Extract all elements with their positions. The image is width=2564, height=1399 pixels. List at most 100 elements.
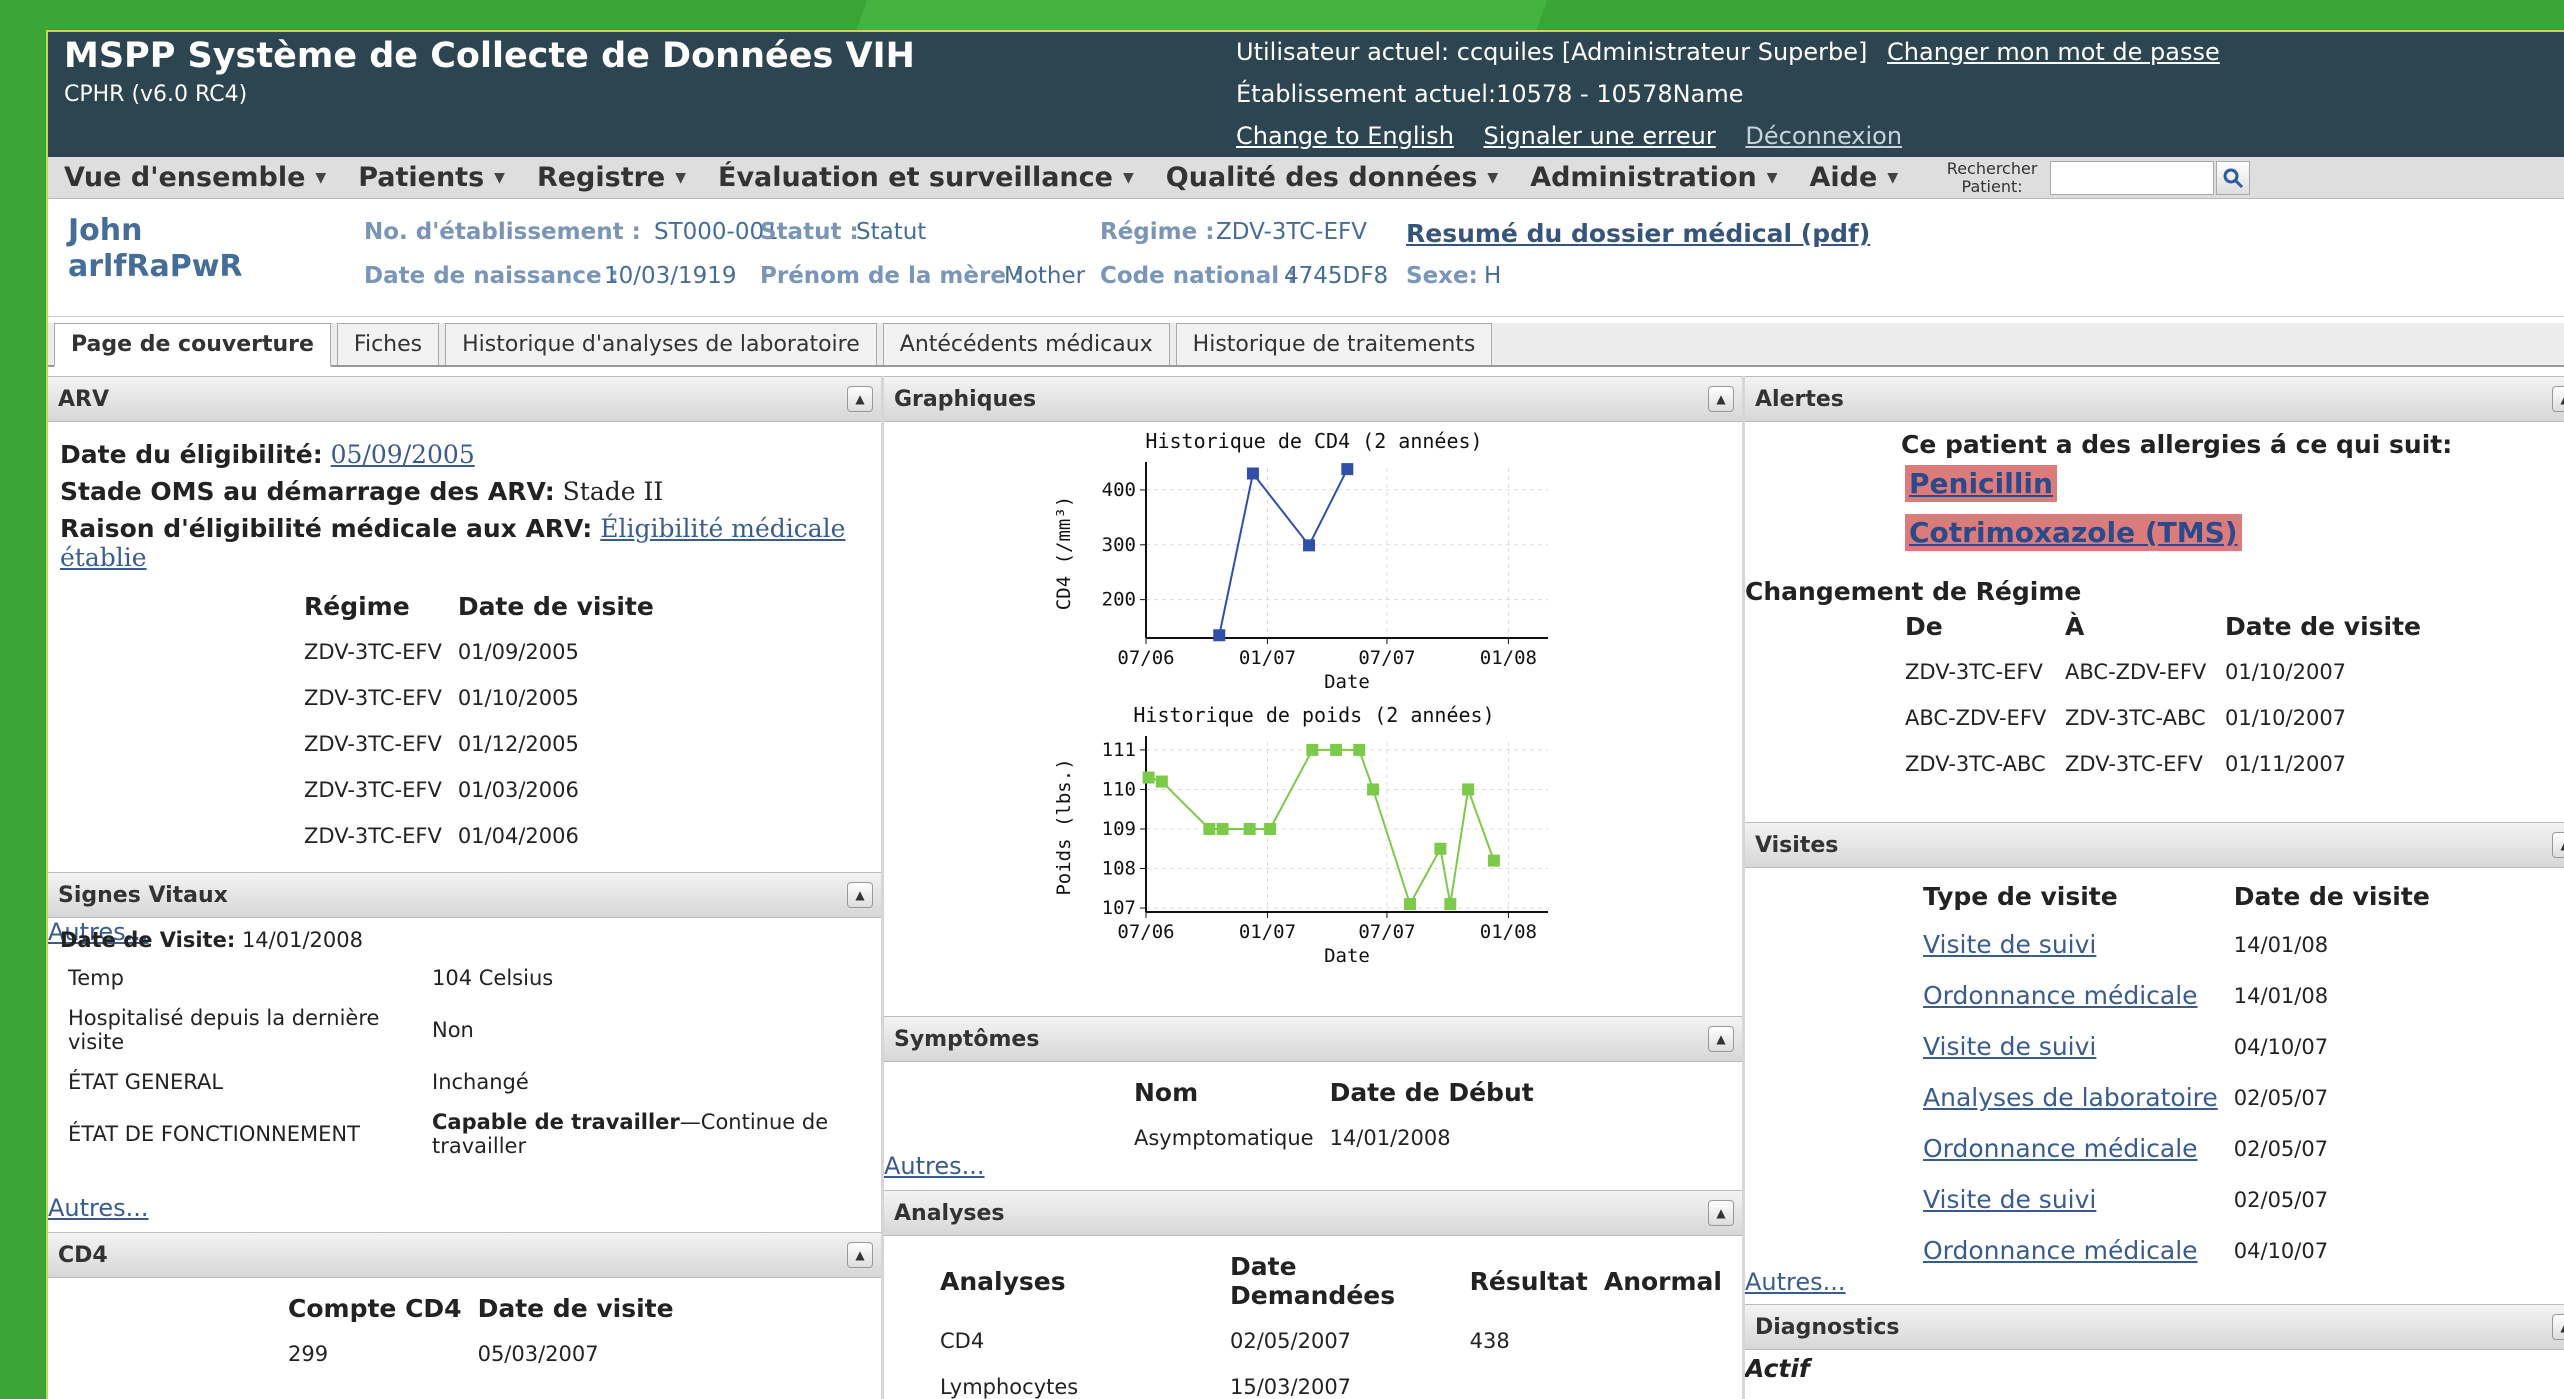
- visit-type-cell: Analyses de laboratoire: [1915, 1072, 2226, 1123]
- x-tick-label: 07/06: [1117, 647, 1174, 669]
- weight-history-chart: Historique de poids (2 années) 07/06 01/07…: [1053, 703, 1548, 967]
- tab-medical-history[interactable]: Antécédents médicaux: [882, 323, 1170, 365]
- change-password-link[interactable]: Changer mon mot de passe: [1887, 38, 2220, 66]
- regime-cell: ZDV-3TC-EFV: [304, 686, 442, 710]
- eligibility-label: Date du éligibilité:: [60, 440, 323, 469]
- x-axis-label: Date: [1324, 671, 1370, 692]
- data-point: [1303, 539, 1316, 552]
- data-point: [1264, 822, 1277, 835]
- col-analyses: Analyses: [940, 1266, 1066, 1296]
- collapse-symptoms-button[interactable]: ▲: [1708, 1026, 1734, 1052]
- arv-eligibility-reason: Raison d'éligibilité médicale aux ARV: É…: [60, 514, 869, 572]
- menu-label: Aide: [1809, 162, 1878, 193]
- diagnostics-panel-body: Actif: [1745, 1350, 2564, 1387]
- regime-value: ZDV-3TC-EFV: [1216, 219, 1367, 245]
- visit-type-link[interactable]: Ordonnance médicale: [1923, 1236, 2198, 1265]
- table-row: ZDV-3TC-EFV 01/03/2006: [296, 767, 662, 813]
- collapse-visits-button[interactable]: ▲: [2552, 832, 2564, 858]
- collapse-graphs-button[interactable]: ▲: [1708, 386, 1734, 412]
- change-language-link[interactable]: Change to English: [1236, 122, 1454, 150]
- visit-type-link[interactable]: Visite de suivi: [1923, 1185, 2096, 1214]
- visit-type-link[interactable]: Visite de suivi: [1923, 1032, 2096, 1061]
- data-point: [1155, 775, 1168, 788]
- visit-date-cell: 02/05/07: [2233, 1187, 2329, 1212]
- search-button[interactable]: [2216, 160, 2251, 195]
- symptom-name: Asymptomatique: [1134, 1126, 1314, 1150]
- collapse-diagnostics-button[interactable]: ▲: [2552, 1314, 2564, 1340]
- caret-down-icon: ▼: [1487, 169, 1499, 186]
- regime-change-table: De À Date de visite ZDV-3TC-EFV ABC-ZDV-E…: [1897, 606, 2429, 787]
- data-point: [1341, 463, 1354, 476]
- date-cell: 01/10/2005: [457, 686, 579, 710]
- analysis-name-cell: CD4: [940, 1329, 985, 1353]
- regime-change-heading: Changement de Régime: [1745, 577, 2082, 606]
- from-cell: ZDV-3TC-ABC: [1905, 752, 2046, 776]
- tab-cover-page[interactable]: Page de couverture: [54, 323, 331, 367]
- table-row: Lymphocytes 15/03/2007: [932, 1364, 1730, 1399]
- medical-summary-pdf-link[interactable]: Resumé du dossier médical (pdf): [1406, 219, 1870, 248]
- regime-cell: ZDV-3TC-EFV: [304, 732, 442, 756]
- menu-label: Vue d'ensemble: [64, 162, 306, 193]
- vitals-visit-date: Date de Visite: 14/01/2008: [60, 928, 869, 952]
- visit-type-link[interactable]: Analyses de laboratoire: [1923, 1083, 2218, 1112]
- analyses-title: Analyses: [894, 1200, 1005, 1226]
- menu-overview[interactable]: Vue d'ensemble ▼: [64, 162, 326, 193]
- search-icon: [2223, 168, 2244, 188]
- date-cell: 01/10/2007: [2225, 706, 2347, 730]
- eligibility-date-link[interactable]: 05/09/2005: [331, 440, 475, 469]
- collapse-arv-button[interactable]: ▲: [847, 386, 873, 412]
- data-point: [1353, 743, 1366, 756]
- tab-forms[interactable]: Fiches: [336, 323, 440, 365]
- collapse-cd4-button[interactable]: ▲: [847, 1242, 873, 1268]
- to-cell: ABC-ZDV-EFV: [2065, 660, 2207, 684]
- data-point: [1203, 822, 1216, 835]
- symptoms-more-link[interactable]: Autres...: [884, 1152, 985, 1180]
- visit-date-label: Date de Visite:: [60, 928, 236, 952]
- tab-lab-history[interactable]: Historique d'analyses de laboratoire: [445, 323, 877, 365]
- collapse-vitals-button[interactable]: ▲: [847, 882, 873, 908]
- visit-date-cell: 04/10/07: [2233, 1034, 2329, 1059]
- visit-date-cell: 04/10/07: [2233, 1238, 2329, 1263]
- menu-evaluation[interactable]: Évaluation et surveillance ▼: [718, 162, 1134, 193]
- app-version: CPHR (v6.0 RC4): [64, 82, 248, 107]
- menu-patients[interactable]: Patients ▼: [358, 162, 505, 193]
- graphs-panel-header: Graphiques ▲: [884, 376, 1742, 422]
- col-abnormal: Anormal: [1603, 1266, 1722, 1296]
- menu-data-quality[interactable]: Qualité des données ▼: [1166, 162, 1498, 193]
- column-left: ARV ▲ Date du éligibilité: 05/09/2005 St…: [48, 376, 884, 1399]
- vital-label: Hospitalisé depuis la dernière visite: [68, 1006, 380, 1054]
- y-tick-label: 108: [1102, 858, 1136, 880]
- report-error-link[interactable]: Signaler une erreur: [1484, 122, 1716, 150]
- x-tick-label: 07/07: [1358, 647, 1415, 669]
- series-line: [1218, 468, 1349, 636]
- menu-registry[interactable]: Registre ▼: [537, 162, 686, 193]
- y-tick-label: 300: [1102, 534, 1136, 556]
- collapse-icon: ▲: [2560, 838, 2564, 852]
- chart-title: Historique de CD4 (2 années): [1145, 429, 1482, 453]
- y-axis-label: Poids (lbs.): [1053, 758, 1075, 895]
- patient-search-input[interactable]: [2050, 160, 2215, 195]
- tab-treatment-history[interactable]: Historique de traitements: [1175, 323, 1493, 365]
- visit-type-link[interactable]: Ordonnance médicale: [1923, 1134, 2198, 1163]
- site-no-label: No. d'établissement :: [364, 219, 641, 245]
- visit-type-link[interactable]: Ordonnance médicale: [1923, 981, 2198, 1010]
- mother-label: Prénom de la mère :: [760, 263, 1024, 289]
- diagnostics-active-label: Actif: [1745, 1354, 1810, 1383]
- arv-panel-header: ARV ▲: [48, 376, 881, 422]
- collapse-analyses-button[interactable]: ▲: [1708, 1200, 1734, 1226]
- vitals-more-link[interactable]: Autres...: [48, 1194, 149, 1222]
- logout-link[interactable]: Déconnexion: [1745, 122, 1902, 150]
- data-point: [1246, 467, 1259, 480]
- collapse-icon: ▲: [1716, 1032, 1726, 1046]
- visit-type-link[interactable]: Visite de suivi: [1923, 930, 2096, 959]
- collapse-alerts-button[interactable]: ▲: [2552, 386, 2564, 412]
- visits-more-link[interactable]: Autres...: [1745, 1268, 1846, 1296]
- vitals-row: Temp 104 Celsius: [60, 958, 850, 998]
- table-row: ZDV-3TC-ABC ZDV-3TC-EFV 01/11/2007: [1897, 741, 2429, 787]
- visits-title: Visites: [1755, 832, 1839, 858]
- mother-value: Mother: [1004, 263, 1086, 289]
- menu-administration[interactable]: Administration ▼: [1530, 162, 1777, 193]
- vital-value-functioning: Capable de travailler—Continue de travai…: [424, 1102, 850, 1166]
- menu-help[interactable]: Aide ▼: [1810, 162, 1899, 193]
- dob-label: Date de naissance :: [364, 263, 619, 289]
